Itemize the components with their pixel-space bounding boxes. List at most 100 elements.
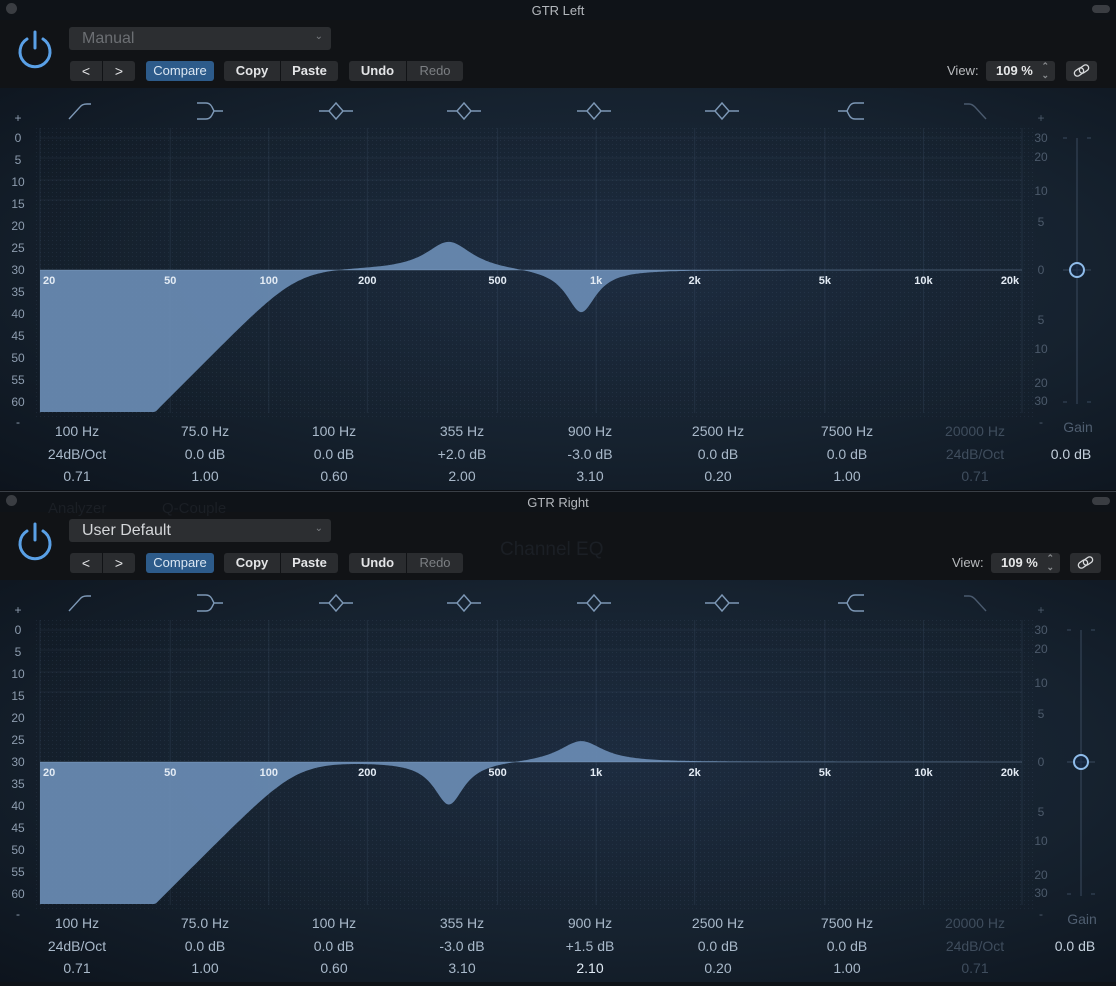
- next-preset-button[interactable]: >: [103, 61, 135, 81]
- band-q[interactable]: 1.00: [191, 960, 218, 976]
- band-frequency[interactable]: 100 Hz: [55, 423, 99, 439]
- band-frequency[interactable]: 100 Hz: [55, 915, 99, 931]
- gain-scale-label: 5: [1038, 805, 1045, 819]
- redo-button[interactable]: Redo: [407, 61, 463, 81]
- master-gain-value[interactable]: 0.0 dB: [1051, 446, 1091, 462]
- low-cut-band-icon[interactable]: [68, 595, 91, 612]
- power-icon[interactable]: [16, 29, 54, 69]
- preset-dropdown[interactable]: Manual ⌄: [69, 27, 331, 50]
- band-gain[interactable]: 0.0 dB: [185, 938, 225, 954]
- band-frequency[interactable]: 100 Hz: [312, 915, 356, 931]
- band-q[interactable]: 0.71: [63, 468, 90, 484]
- band-q[interactable]: 0.71: [63, 960, 90, 976]
- band-gain[interactable]: 0.0 dB: [185, 446, 225, 462]
- band-gain[interactable]: 0.0 dB: [827, 938, 867, 954]
- band-frequency[interactable]: 2500 Hz: [692, 423, 744, 439]
- band-gain[interactable]: -3.0 dB: [567, 446, 612, 462]
- low-cut-band-icon[interactable]: [68, 103, 91, 120]
- band-q[interactable]: 0.20: [704, 960, 731, 976]
- band-gain[interactable]: 0.0 dB: [698, 938, 738, 954]
- band-gain[interactable]: 24dB/Oct: [48, 446, 106, 462]
- left-scale-label: 40: [11, 799, 25, 813]
- copy-button[interactable]: Copy: [224, 553, 280, 573]
- band-frequency[interactable]: 7500 Hz: [821, 915, 873, 931]
- window-expand-button[interactable]: [1092, 5, 1110, 13]
- band-frequency[interactable]: 75.0 Hz: [181, 915, 229, 931]
- bell-band-icon[interactable]: [705, 101, 739, 121]
- bell-band-icon[interactable]: [447, 101, 481, 121]
- undo-button[interactable]: Undo: [349, 61, 406, 81]
- band-gain[interactable]: 24dB/Oct: [48, 938, 106, 954]
- copy-button[interactable]: Copy: [224, 61, 280, 81]
- band-gain[interactable]: +1.5 dB: [566, 938, 615, 954]
- link-button[interactable]: [1066, 61, 1097, 81]
- band-gain[interactable]: 24dB/Oct: [946, 446, 1004, 462]
- link-button[interactable]: [1070, 553, 1101, 573]
- band-q[interactable]: 3.10: [576, 468, 603, 484]
- band-frequency[interactable]: 7500 Hz: [821, 423, 873, 439]
- band-gain[interactable]: 24dB/Oct: [946, 938, 1004, 954]
- window-titlebar[interactable]: GTR Left: [0, 0, 1116, 20]
- band-q[interactable]: 1.00: [191, 468, 218, 484]
- high-shelf-band-icon[interactable]: [838, 102, 864, 120]
- view-zoom-stepper[interactable]: 109 % ⌃ ⌄: [986, 61, 1055, 81]
- power-icon[interactable]: [16, 521, 54, 561]
- bell-band-icon[interactable]: [577, 593, 611, 613]
- band-frequency[interactable]: 900 Hz: [568, 915, 612, 931]
- master-gain-value[interactable]: 0.0 dB: [1055, 938, 1095, 954]
- freq-tick-label: 200: [358, 767, 376, 779]
- freq-tick-label: 5k: [819, 767, 832, 779]
- band-gain[interactable]: 0.0 dB: [827, 446, 867, 462]
- band-q[interactable]: 0.20: [704, 468, 731, 484]
- band-gain[interactable]: 0.0 dB: [314, 446, 354, 462]
- band-frequency[interactable]: 900 Hz: [568, 423, 612, 439]
- band-q[interactable]: 1.00: [833, 468, 860, 484]
- compare-button[interactable]: Compare: [146, 61, 214, 81]
- band-frequency[interactable]: 20000 Hz: [945, 423, 1005, 439]
- band-q[interactable]: 3.10: [448, 960, 475, 976]
- view-zoom-stepper[interactable]: 109 % ⌃ ⌄: [991, 553, 1060, 573]
- window-expand-button[interactable]: [1092, 497, 1110, 505]
- undo-button[interactable]: Undo: [349, 553, 406, 573]
- bell-band-icon[interactable]: [319, 593, 353, 613]
- band-q[interactable]: 0.60: [320, 960, 347, 976]
- band-gain[interactable]: +2.0 dB: [438, 446, 487, 462]
- compare-button[interactable]: Compare: [146, 553, 214, 573]
- next-preset-button[interactable]: >: [103, 553, 135, 573]
- previous-preset-button[interactable]: <: [70, 553, 102, 573]
- band-q[interactable]: 1.00: [833, 960, 860, 976]
- band-frequency[interactable]: 355 Hz: [440, 423, 484, 439]
- gain-slider-handle[interactable]: [1069, 262, 1085, 278]
- band-q[interactable]: 2.10: [576, 960, 603, 976]
- band-frequency[interactable]: 355 Hz: [440, 915, 484, 931]
- bell-band-icon[interactable]: [705, 593, 739, 613]
- left-scale-label: -: [16, 415, 20, 429]
- band-frequency[interactable]: 20000 Hz: [945, 915, 1005, 931]
- bell-band-icon[interactable]: [447, 593, 481, 613]
- band-q[interactable]: 0.60: [320, 468, 347, 484]
- band-q[interactable]: 2.00: [448, 468, 475, 484]
- paste-button[interactable]: Paste: [281, 61, 338, 81]
- high-cut-band-icon[interactable]: [964, 103, 987, 120]
- low-shelf-band-icon[interactable]: [197, 102, 223, 120]
- bell-band-icon[interactable]: [319, 101, 353, 121]
- band-frequency[interactable]: 100 Hz: [312, 423, 356, 439]
- band-frequency[interactable]: 2500 Hz: [692, 915, 744, 931]
- eq-graph[interactable]: +051015202530354045505560-+3020105051020…: [0, 88, 1116, 490]
- low-shelf-band-icon[interactable]: [197, 594, 223, 612]
- redo-button[interactable]: Redo: [407, 553, 463, 573]
- previous-preset-button[interactable]: <: [70, 61, 102, 81]
- paste-button[interactable]: Paste: [281, 553, 338, 573]
- band-frequency[interactable]: 75.0 Hz: [181, 423, 229, 439]
- high-cut-band-icon[interactable]: [964, 595, 987, 612]
- preset-dropdown[interactable]: User Default ⌄: [69, 519, 331, 542]
- eq-graph[interactable]: +051015202530354045505560-+3020105051020…: [0, 580, 1116, 982]
- band-q[interactable]: 0.71: [961, 468, 988, 484]
- bell-band-icon[interactable]: [577, 101, 611, 121]
- gain-slider-handle[interactable]: [1073, 754, 1089, 770]
- band-gain[interactable]: 0.0 dB: [698, 446, 738, 462]
- band-gain[interactable]: 0.0 dB: [314, 938, 354, 954]
- high-shelf-band-icon[interactable]: [838, 594, 864, 612]
- band-gain[interactable]: -3.0 dB: [439, 938, 484, 954]
- band-q[interactable]: 0.71: [961, 960, 988, 976]
